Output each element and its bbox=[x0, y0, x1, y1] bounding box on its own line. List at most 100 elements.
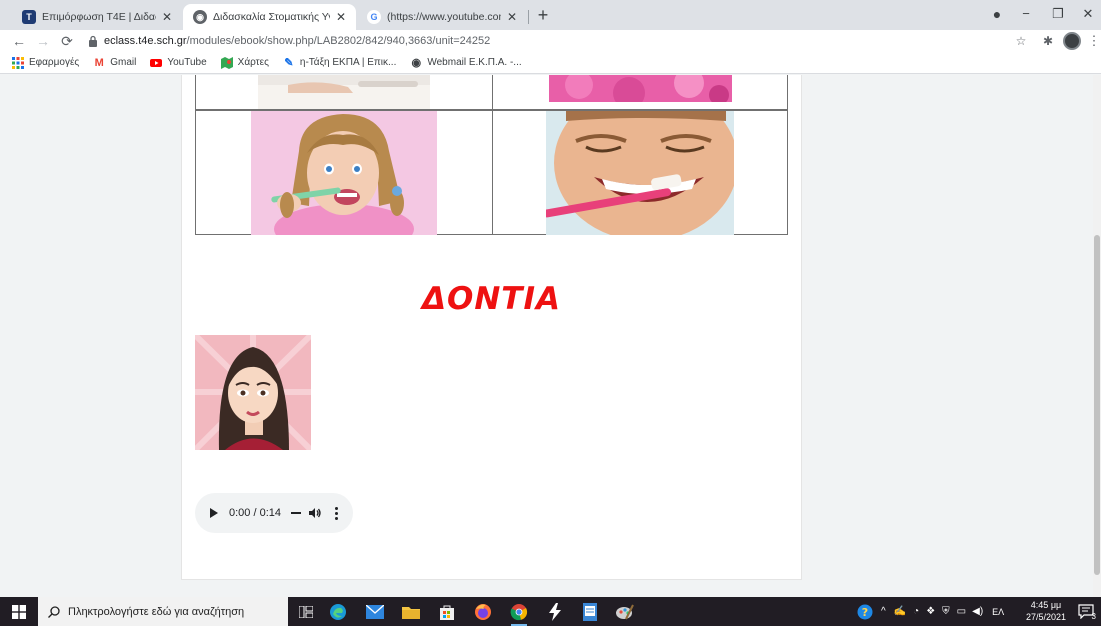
scrollbar-thumb[interactable] bbox=[1094, 235, 1100, 575]
t4e-logo-icon: Τ bbox=[22, 10, 36, 24]
reload-button[interactable]: ⟳ bbox=[58, 32, 76, 50]
clock-time: 4:45 μμ bbox=[1030, 600, 1062, 610]
close-tab-icon[interactable]: ✕ bbox=[160, 10, 174, 24]
page-viewport: ΔΟΝΤΙΑ 0:00 / 0:14 bbox=[0, 75, 1101, 597]
more-options-icon[interactable] bbox=[335, 506, 339, 520]
globe-icon: ◉ bbox=[411, 57, 422, 69]
bookmark-webmail[interactable]: ◉ Webmail Ε.Κ.Π.Α. -... bbox=[410, 57, 522, 69]
tab-separator bbox=[528, 10, 529, 24]
bookmark-label: Εφαρμογές bbox=[29, 57, 80, 68]
pen-icon[interactable]: ✍ bbox=[894, 606, 906, 617]
taskbar-search[interactable]: Πληκτρολογήστε εδώ για αναζήτηση bbox=[38, 597, 288, 626]
dropbox-icon[interactable]: ❖ bbox=[926, 606, 935, 617]
photo-pink-partial bbox=[549, 75, 732, 102]
bookmark-label: Χάρτες bbox=[237, 57, 269, 68]
notepad-app-icon[interactable] bbox=[580, 602, 600, 622]
file-explorer-icon[interactable] bbox=[401, 602, 421, 622]
forward-button[interactable]: → bbox=[34, 32, 52, 50]
image-table bbox=[195, 75, 788, 235]
close-window-button[interactable]: ✕ bbox=[1073, 4, 1101, 24]
photo-boy-smiling-toothbrush bbox=[546, 111, 734, 235]
apps-grid-icon bbox=[12, 56, 24, 69]
store-icon[interactable] bbox=[437, 602, 457, 622]
bookmark-label: Webmail Ε.Κ.Π.Α. -... bbox=[427, 57, 522, 68]
tab-didaskalia[interactable]: ◉ Διδασκαλία Στοματικής Υγιεινής ✕ bbox=[183, 4, 356, 30]
notifications-icon[interactable]: 3 bbox=[1078, 603, 1096, 621]
page-scrollbar[interactable] bbox=[1093, 75, 1101, 597]
search-placeholder: Πληκτρολογήστε εδώ για αναζήτηση bbox=[68, 605, 245, 618]
help-icon[interactable]: ? bbox=[857, 604, 873, 620]
bookmark-youtube[interactable]: YouTube bbox=[150, 57, 207, 69]
audio-player: 0:00 / 0:14 bbox=[195, 493, 353, 533]
address-bar[interactable]: eclass.t4e.sch.gr/modules/ebook/show.php… bbox=[84, 31, 999, 51]
tray-overflow-icon[interactable]: ^ bbox=[881, 606, 886, 617]
photo-brushing-partial bbox=[258, 75, 430, 109]
battery-icon[interactable]: ▭ bbox=[957, 606, 966, 617]
tab-strip: Τ Επιμόρφωση Τ4Ε | Διδασκαλία Σ ✕ ◉ Διδα… bbox=[0, 0, 1101, 30]
search-icon bbox=[48, 605, 60, 618]
tab-title: (https://www.youtube.com/watc bbox=[387, 11, 501, 23]
url-text: eclass.t4e.sch.gr/modules/ebook/show.php… bbox=[104, 35, 490, 47]
page-heading: ΔΟΝΤΙΑ bbox=[422, 281, 561, 317]
audio-time: 0:00 / 0:14 bbox=[229, 507, 281, 519]
chrome-icon[interactable] bbox=[509, 602, 529, 626]
network-icon[interactable]: ◔ bbox=[913, 606, 919, 617]
profile-avatar[interactable] bbox=[1063, 32, 1081, 50]
system-tray: ? ^ ✍ ◔ ❖ ⛨ ▭ ◀) ΕΛ bbox=[857, 597, 1004, 626]
tab-epimorfosi[interactable]: Τ Επιμόρφωση Τ4Ε | Διδασκαλία Σ ✕ bbox=[12, 4, 182, 30]
maps-icon bbox=[220, 56, 233, 69]
language-indicator[interactable]: ΕΛ bbox=[992, 607, 1004, 617]
play-icon[interactable] bbox=[210, 508, 218, 518]
speaker-icon[interactable]: ◀) bbox=[972, 606, 983, 617]
chrome-menu-icon[interactable]: ● bbox=[982, 4, 1012, 24]
notification-count: 3 bbox=[1091, 612, 1096, 621]
minimize-button[interactable]: − bbox=[1011, 4, 1041, 24]
bookmark-eclass[interactable]: ✎ η-Τάξη ΕΚΠΑ | Επικ... bbox=[283, 57, 396, 69]
browser-toolbar: ← → ⟳ eclass.t4e.sch.gr/modules/ebook/sh… bbox=[0, 30, 1101, 52]
bookmark-apps[interactable]: Εφαρμογές bbox=[12, 56, 80, 69]
start-button[interactable] bbox=[0, 597, 38, 626]
windows-logo-icon bbox=[12, 604, 26, 619]
globe-icon: ◉ bbox=[193, 10, 207, 24]
close-tab-icon[interactable]: ✕ bbox=[334, 10, 348, 24]
clock[interactable]: 4:45 μμ 27/5/2021 bbox=[1018, 599, 1074, 623]
bookmark-maps[interactable]: Χάρτες bbox=[220, 56, 269, 69]
bookmark-gmail[interactable]: M Gmail bbox=[93, 56, 137, 69]
antivirus-icon[interactable]: ⛨ bbox=[942, 606, 950, 617]
bookmark-label: Gmail bbox=[110, 57, 137, 68]
new-tab-button[interactable]: + bbox=[533, 5, 553, 25]
gmail-icon: M bbox=[94, 56, 104, 69]
youtube-icon bbox=[150, 58, 163, 67]
clock-date: 27/5/2021 bbox=[1025, 612, 1067, 622]
mail-icon[interactable] bbox=[365, 602, 385, 622]
firefox-icon[interactable] bbox=[473, 602, 493, 622]
bookmark-star-icon[interactable]: ☆ bbox=[1013, 33, 1029, 49]
google-icon: G bbox=[367, 10, 381, 24]
audio-progress-bar[interactable] bbox=[291, 512, 301, 514]
bitmoji-avatar bbox=[195, 335, 311, 450]
windows-taskbar: Πληκτρολογήστε εδώ για αναζήτηση ? ^ ✍ ◔… bbox=[0, 597, 1101, 626]
edge-icon[interactable] bbox=[328, 602, 348, 622]
bookmark-label: η-Τάξη ΕΚΠΑ | Επικ... bbox=[299, 57, 397, 68]
photo-girl-brushing-teeth bbox=[251, 111, 437, 235]
volume-icon[interactable] bbox=[309, 507, 321, 519]
tab-youtube-search[interactable]: G (https://www.youtube.com/watc ✕ bbox=[357, 4, 527, 30]
tab-title: Επιμόρφωση Τ4Ε | Διδασκαλία Σ bbox=[42, 11, 156, 23]
table-divider bbox=[492, 75, 493, 235]
task-view-icon[interactable] bbox=[296, 602, 316, 622]
back-button[interactable]: ← bbox=[10, 32, 28, 50]
close-tab-icon[interactable]: ✕ bbox=[505, 10, 519, 24]
kebab-menu-icon[interactable]: ⋮ bbox=[1086, 33, 1101, 49]
url-host: eclass.t4e.sch.gr bbox=[104, 35, 187, 47]
paint-app-icon[interactable] bbox=[615, 602, 635, 622]
eclass-icon: ✎ bbox=[284, 57, 294, 69]
lock-icon bbox=[89, 35, 97, 47]
svg-text:?: ? bbox=[862, 606, 868, 619]
maximize-button[interactable]: ❐ bbox=[1043, 4, 1073, 24]
bookmark-label: YouTube bbox=[167, 57, 207, 68]
extensions-puzzle-icon[interactable]: ✱ bbox=[1040, 33, 1056, 49]
tab-title: Διδασκαλία Στοματικής Υγιεινής bbox=[213, 11, 330, 23]
url-path: /modules/ebook/show.php/LAB2802/842/940,… bbox=[186, 35, 491, 47]
bolt-app-icon[interactable] bbox=[545, 602, 565, 622]
bookmarks-bar: Εφαρμογές M Gmail YouTube Χάρτες ✎ η-Τάξ… bbox=[0, 52, 1101, 74]
